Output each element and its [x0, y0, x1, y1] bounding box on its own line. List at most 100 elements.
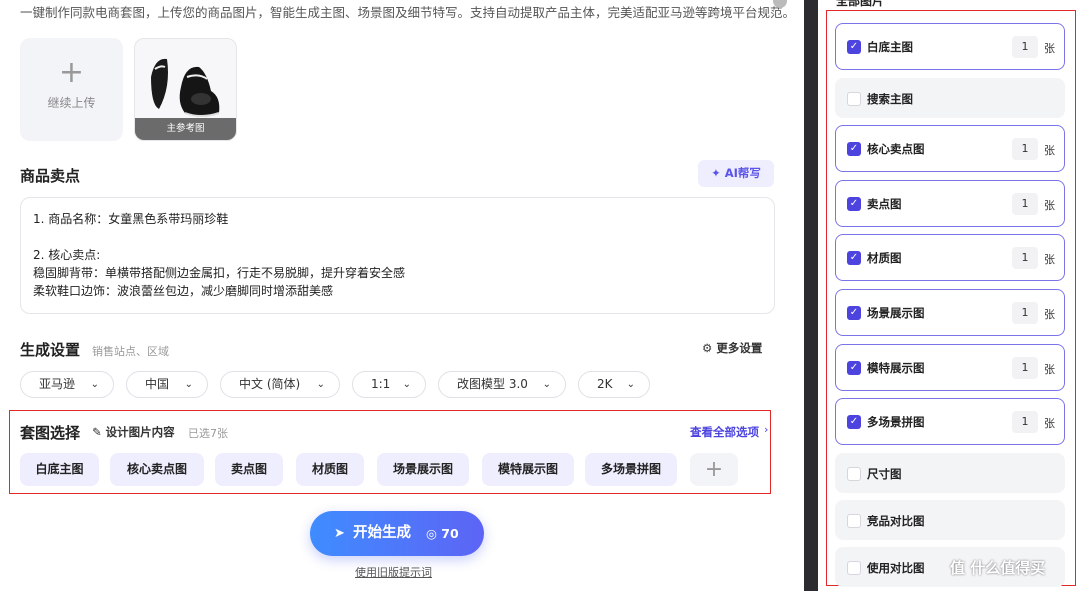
- watermark: 值 什么值得买: [950, 559, 1046, 577]
- reference-tag: 主参考图: [135, 118, 236, 140]
- intro-text: 一键制作同款电商套图，上传您的商品图片，智能生成主图、场景图及细节特写。支持自动…: [20, 5, 796, 20]
- option-scene[interactable]: ✓ 场景展示图 1 张: [835, 289, 1065, 336]
- checkbox-icon[interactable]: [847, 561, 861, 575]
- chevron-down-icon: ⌄: [542, 379, 551, 390]
- quantity-input[interactable]: 1: [1012, 36, 1038, 58]
- design-content-button[interactable]: ✎ 设计图片内容: [92, 424, 175, 440]
- pencil-icon: ✎: [92, 425, 106, 439]
- upload-label: 继续上传: [47, 96, 96, 110]
- more-settings-label: 更多设置: [716, 341, 763, 355]
- model-select[interactable]: 改图模型 3.0 ⌄: [438, 371, 566, 398]
- selling-line: 柔软鞋口边饰：波浪蕾丝包边，减少磨脚同时增添甜美感: [33, 284, 334, 298]
- sliders-icon: ⚙: [702, 341, 717, 355]
- cursor-icon: ➤: [334, 526, 345, 541]
- option-label: 竞品对比图: [867, 514, 925, 528]
- chevron-down-icon: ⌄: [402, 379, 411, 390]
- add-chip-button[interactable]: +: [690, 453, 738, 486]
- site-select[interactable]: 亚马逊 ⌄: [20, 371, 114, 398]
- old-prompt-link[interactable]: 使用旧版提示词: [355, 564, 432, 580]
- option-label: 场景展示图: [867, 306, 925, 320]
- quantity-input[interactable]: 1: [1012, 357, 1038, 379]
- checkbox-checked-icon[interactable]: ✓: [847, 361, 861, 375]
- unit-label: 张: [1044, 42, 1055, 55]
- option-model[interactable]: ✓ 模特展示图 1 张: [835, 344, 1065, 391]
- region-select[interactable]: 中国 ⌄: [126, 371, 208, 398]
- plus-icon: +: [58, 55, 85, 90]
- quantity-input[interactable]: 1: [1012, 193, 1038, 215]
- selected-count: 已选7张: [188, 427, 228, 440]
- option-white-main[interactable]: ✓ 白底主图 1 张: [835, 23, 1065, 70]
- resolution-select[interactable]: 2K ⌄: [578, 371, 650, 398]
- option-size[interactable]: 尺寸图: [835, 453, 1065, 493]
- plus-icon: +: [704, 457, 724, 482]
- chip-white-main[interactable]: 白底主图: [20, 453, 99, 486]
- coin-cost: ◎ 70: [426, 526, 459, 541]
- main-panel: 一键制作同款电商套图，上传您的商品图片，智能生成主图、场景图及细节特写。支持自动…: [0, 0, 795, 591]
- quantity-input[interactable]: 1: [1012, 247, 1038, 269]
- chip-multi-scene[interactable]: 多场景拼图: [585, 453, 677, 486]
- settings-title: 生成设置: [20, 341, 81, 359]
- ai-write-button[interactable]: ✦ AI帮写: [698, 160, 774, 187]
- backdrop-edge: [804, 0, 818, 591]
- option-label: 白底主图: [867, 40, 913, 54]
- checkbox-checked-icon[interactable]: ✓: [847, 306, 861, 320]
- option-selling[interactable]: ✓ 卖点图 1 张: [835, 180, 1065, 227]
- unit-label: 张: [1044, 417, 1055, 430]
- settings-hint: 销售站点、区域: [92, 345, 169, 358]
- cost-value: 70: [441, 526, 459, 541]
- unit-label: 张: [1044, 144, 1055, 157]
- quantity-input[interactable]: 1: [1012, 302, 1038, 324]
- quantity-input[interactable]: 1: [1012, 411, 1038, 433]
- option-multi-scene[interactable]: ✓ 多场景拼图 1 张: [835, 398, 1065, 445]
- chevron-down-icon: ⌄: [626, 379, 635, 390]
- option-label: 材质图: [867, 251, 902, 265]
- design-content-label: 设计图片内容: [105, 425, 175, 439]
- ratio-select[interactable]: 1:1 ⌄: [352, 371, 426, 398]
- selling-line: 稳固脚背带：单横带搭配侧边金属扣，行走不易脱脚，提升穿着安全感: [33, 266, 406, 280]
- checkbox-checked-icon[interactable]: ✓: [847, 251, 861, 265]
- selling-line: [33, 228, 762, 246]
- chip-material[interactable]: 材质图: [296, 453, 364, 486]
- checkbox-icon[interactable]: [847, 467, 861, 481]
- language-select[interactable]: 中文 (简体) ⌄: [220, 371, 340, 398]
- chip-core-selling[interactable]: 核心卖点图: [110, 453, 204, 486]
- option-competitor[interactable]: 竞品对比图: [835, 500, 1065, 540]
- checkbox-checked-icon[interactable]: ✓: [847, 142, 861, 156]
- checkbox-icon[interactable]: [847, 514, 861, 528]
- option-core-selling[interactable]: ✓ 核心卖点图 1 张: [835, 125, 1065, 172]
- chip-scene[interactable]: 场景展示图: [377, 453, 469, 486]
- more-settings-button[interactable]: ⚙ 更多设置: [702, 340, 762, 356]
- option-material[interactable]: ✓ 材质图 1 张: [835, 234, 1065, 281]
- selling-points-textarea[interactable]: 1. 商品名称：女童黑色系带玛丽珍鞋 2. 核心卖点: 稳固脚背带：单横带搭配侧…: [20, 197, 775, 314]
- selling-line: 2. 核心卖点:: [33, 248, 101, 262]
- shoe-image: [151, 58, 220, 117]
- checkbox-checked-icon[interactable]: ✓: [847, 415, 861, 429]
- set-selection-title: 套图选择: [20, 424, 81, 442]
- site-value: 亚马逊: [39, 377, 76, 391]
- reference-image-thumb[interactable]: 主参考图: [134, 38, 237, 141]
- option-label: 核心卖点图: [867, 142, 925, 156]
- option-label: 使用对比图: [867, 561, 925, 575]
- chip-selling[interactable]: 卖点图: [215, 453, 283, 486]
- continue-upload-button[interactable]: + 继续上传: [20, 38, 123, 141]
- chip-model[interactable]: 模特展示图: [482, 453, 574, 486]
- unit-label: 张: [1044, 308, 1055, 321]
- option-label: 多场景拼图: [867, 415, 925, 429]
- quantity-input[interactable]: 1: [1012, 138, 1038, 160]
- option-search-main[interactable]: 搜索主图: [835, 78, 1065, 118]
- unit-label: 张: [1044, 199, 1055, 212]
- checkbox-checked-icon[interactable]: ✓: [847, 40, 861, 54]
- start-generate-button[interactable]: ➤ 开始生成 ◎ 70: [310, 511, 484, 556]
- checkbox-checked-icon[interactable]: ✓: [847, 197, 861, 211]
- language-value: 中文 (简体): [239, 377, 301, 391]
- chevron-down-icon: ⌄: [316, 379, 325, 390]
- model-value: 改图模型 3.0: [457, 377, 528, 391]
- checkbox-icon[interactable]: [847, 92, 861, 106]
- resolution-value: 2K: [597, 377, 613, 391]
- view-all-options-link[interactable]: 查看全部选项: [690, 424, 759, 440]
- chevron-right-icon: ›: [764, 423, 769, 436]
- option-label: 模特展示图: [867, 361, 925, 375]
- ratio-value: 1:1: [371, 377, 391, 391]
- option-label: 尺寸图: [867, 467, 902, 481]
- chevron-down-icon: ⌄: [90, 379, 99, 390]
